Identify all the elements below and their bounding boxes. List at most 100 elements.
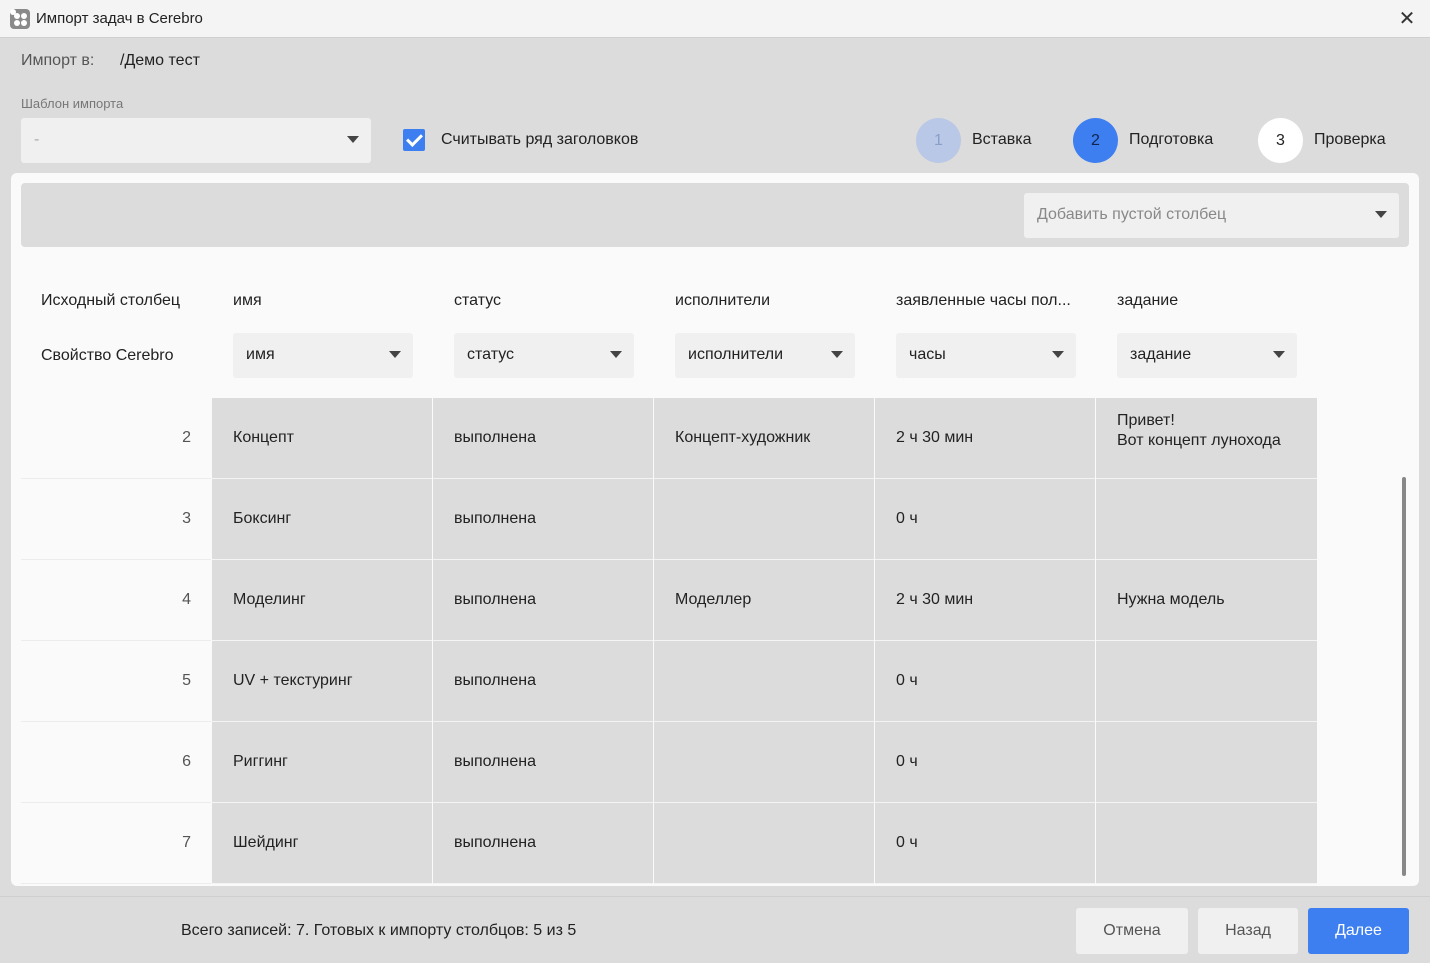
step-number: 1 [916,118,961,163]
app-icon [10,9,30,29]
table-cell: 0 ч [875,641,1095,722]
column-title: имя [233,292,262,309]
cell-value: Концепт-художник [675,429,811,446]
dialog-footer: Всего записей: 7. Готовых к импорту стол… [0,896,1430,963]
add-empty-column-select[interactable]: Добавить пустой столбец [1024,193,1399,238]
row-number-cell: 3 [21,479,211,560]
cell-value: 0 ч [896,672,918,689]
table-cell [654,479,874,560]
row-number: 4 [182,591,191,608]
chevron-down-icon [347,136,359,143]
title-bar: Импорт задач в Cerebro ✕ [0,0,1430,38]
property-select[interactable]: статус [454,333,634,378]
back-button[interactable]: Назад [1198,908,1298,954]
chevron-down-icon [389,351,401,358]
table-cell: выполнена [433,560,653,641]
row-number-cell: 7 [21,803,211,884]
step-number: 2 [1073,118,1118,163]
table-cell [1096,803,1317,884]
table-toolbar: Добавить пустой столбец [21,183,1409,247]
cell-value: 0 ч [896,834,918,851]
vertical-scrollbar[interactable] [1402,477,1406,876]
row-number: 7 [182,834,191,851]
property-select[interactable]: часы [896,333,1076,378]
column-header: заявленные часы пол... часы [875,258,1095,398]
table-cell: выполнена [433,803,653,884]
property-select-value: имя [246,346,275,363]
table-cell: 0 ч [875,803,1095,884]
cell-value: Боксинг [233,510,292,527]
table-cell: Шейдинг [212,803,432,884]
row-number: 5 [182,672,191,689]
table-cell [654,803,874,884]
table-cell [654,722,874,803]
property-select[interactable]: имя [233,333,413,378]
import-to-value: /Демо тест [120,52,200,69]
row-number-cell: 6 [21,722,211,803]
table-cell: 0 ч [875,479,1095,560]
cell-value: Моделинг [233,591,306,608]
step-label: Вставка [972,131,1032,148]
cell-value: Моделлер [675,591,752,608]
cell-value: выполнена [454,429,537,446]
column-header: статус статус [433,258,653,398]
next-button[interactable]: Далее [1308,908,1409,954]
cell-value: выполнена [454,753,537,770]
table-cell: выполнена [433,641,653,722]
row-number: 2 [182,429,191,446]
table-cell [1096,479,1317,560]
table-cell: Концепт-художник [654,398,874,479]
property-select[interactable]: задание [1117,333,1297,378]
step-label: Подготовка [1129,131,1214,148]
table-cell [654,641,874,722]
table-cell: Боксинг [212,479,432,560]
cell-value: 2 ч 30 мин [896,591,974,608]
template-select[interactable]: - [21,118,371,163]
table-cell: выполнена [433,722,653,803]
cell-value: выполнена [454,510,537,527]
column-title: исполнители [675,292,771,309]
column-title: заявленные часы пол... [896,292,1071,309]
cell-value: Шейдинг [233,834,299,851]
table-cell: Риггинг [212,722,432,803]
mapping-panel: Добавить пустой столбец Исходный столбец… [11,173,1419,886]
row-number-cell: 4 [21,560,211,641]
column-title: задание [1117,292,1179,309]
add-empty-column-placeholder: Добавить пустой столбец [1037,206,1227,223]
step-number: 3 [1258,118,1303,163]
cell-value: UV + текстуринг [233,672,353,689]
column-header: задание задание [1096,258,1317,398]
cell-value: Привет! Вот концепт лунохода [1117,412,1281,449]
close-icon[interactable]: ✕ [1396,8,1418,30]
table-cell [1096,722,1317,803]
chevron-down-icon [1052,351,1064,358]
cell-value: выполнена [454,591,537,608]
header-row-checkbox[interactable] [403,129,425,151]
table-cell: 2 ч 30 мин [875,398,1095,479]
table-cell: Концепт [212,398,432,479]
window-title: Импорт задач в Cerebro [36,10,203,27]
chevron-down-icon [1375,211,1387,218]
property-select[interactable]: исполнители [675,333,855,378]
cancel-button[interactable]: Отмена [1076,908,1188,954]
table-cell: Нужна модель [1096,560,1317,641]
chevron-down-icon [1273,351,1285,358]
cell-value: Концепт [233,429,294,446]
cell-value: 0 ч [896,510,918,527]
source-column-label: Исходный столбец [41,292,180,309]
row-number-cell: 5 [21,641,211,722]
table-cell: Привет! Вот концепт лунохода [1096,398,1317,479]
cell-value: выполнена [454,834,537,851]
row-number-cell: 2 [21,398,211,479]
table-cell: Моделинг [212,560,432,641]
import-summary: Всего записей: 7. Готовых к импорту стол… [181,922,577,939]
header-row-checkbox-label[interactable]: Считывать ряд заголовков [441,131,638,149]
column-title: статус [454,292,502,309]
cell-value: Нужна модель [1117,591,1225,608]
import-to-label: Импорт в: [21,52,95,69]
column-header: исполнители исполнители [654,258,874,398]
table-cell: выполнена [433,479,653,560]
table-cell: Моделлер [654,560,874,641]
template-select-value: - [34,131,40,148]
table-cell: UV + текстуринг [212,641,432,722]
